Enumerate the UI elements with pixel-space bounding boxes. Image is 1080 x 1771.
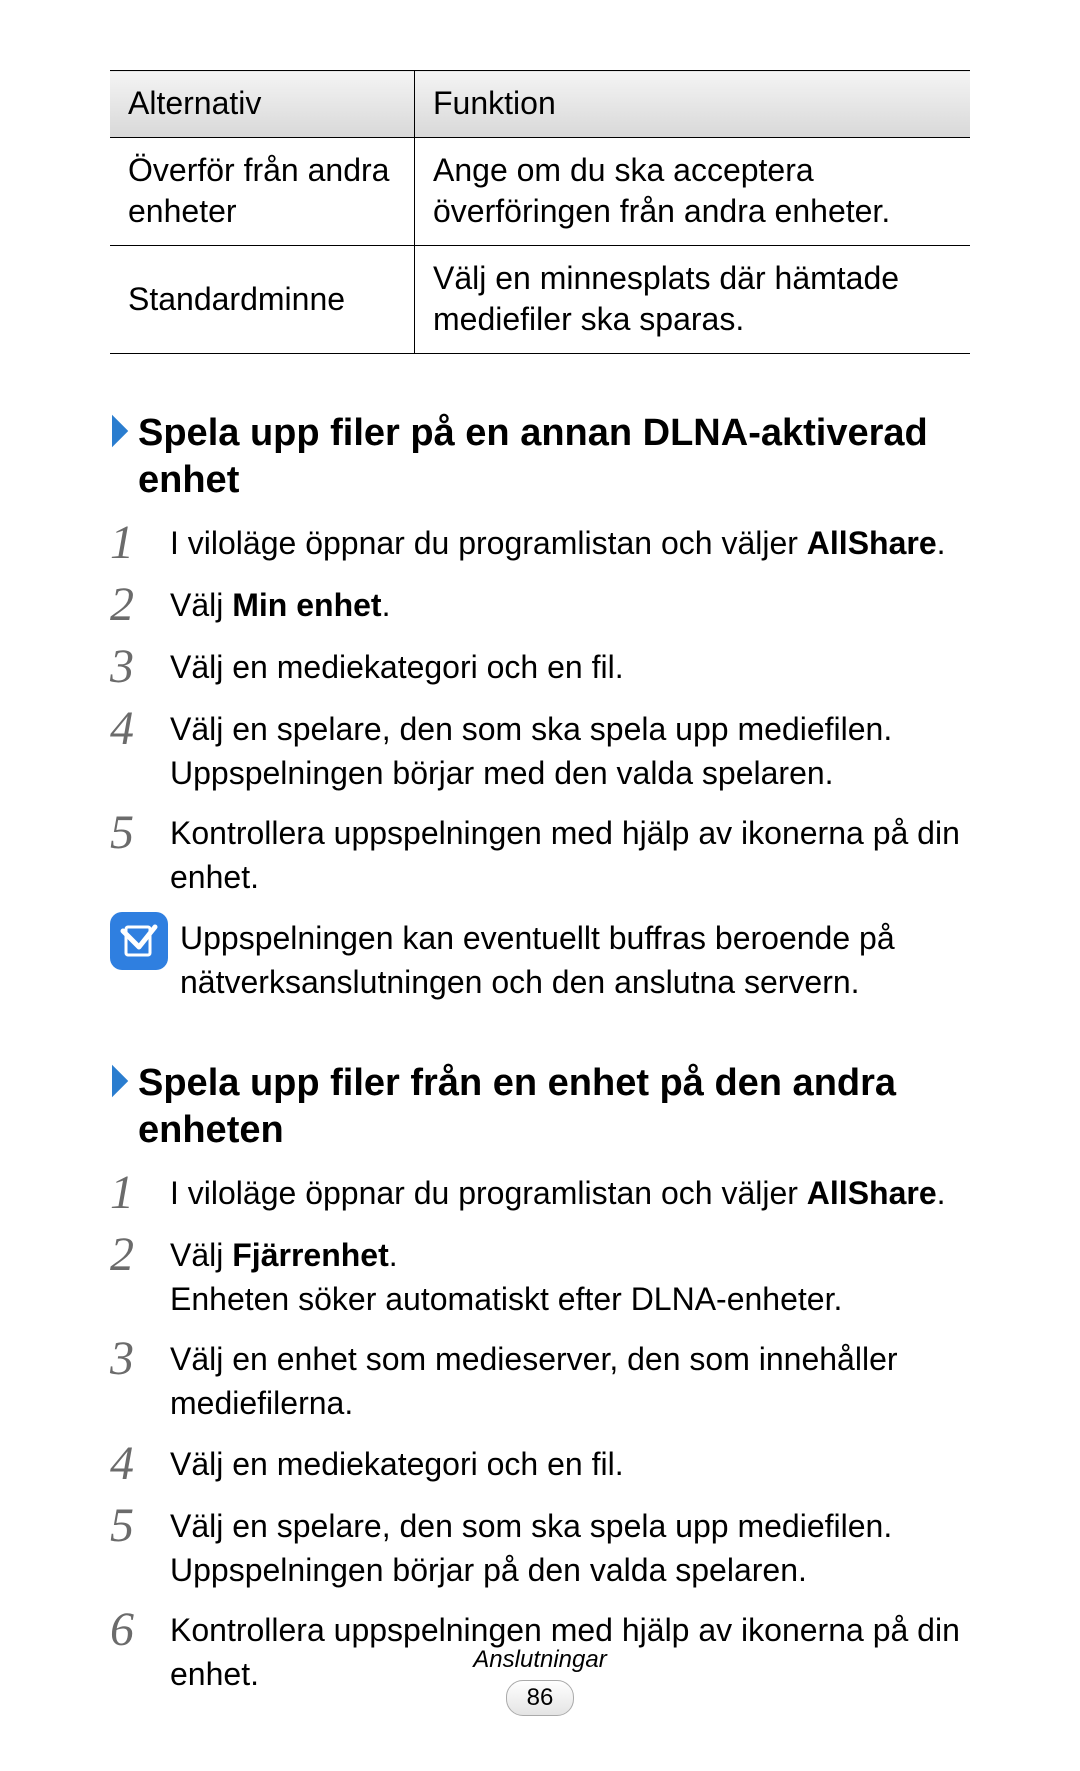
table-cell-option: Standardminne	[110, 245, 415, 353]
table-cell-option: Överför från andra enheter	[110, 137, 415, 245]
step-item: 5 Kontrollera uppspelningen med hjälp av…	[110, 809, 970, 899]
table-cell-function: Välj en minnesplats där hämtade mediefil…	[415, 245, 971, 353]
step-item: 2 Välj Fjärrenhet. Enheten söker automat…	[110, 1231, 970, 1321]
note-block: Uppspelningen kan eventuellt buffras ber…	[110, 912, 970, 1004]
options-table: Alternativ Funktion Överför från andra e…	[110, 70, 970, 354]
steps-list: 1 I viloläge öppnar du programlistan och…	[110, 519, 970, 900]
step-number: 3	[110, 643, 170, 691]
step-number: 4	[110, 1440, 170, 1488]
note-text: Uppspelningen kan eventuellt buffras ber…	[174, 912, 970, 1004]
step-text: I viloläge öppnar du programlistan och v…	[170, 1169, 970, 1215]
table-cell-function: Ange om du ska acceptera överföringen fr…	[415, 137, 971, 245]
step-item: 2 Välj Min enhet.	[110, 581, 970, 629]
table-header-row: Alternativ Funktion	[110, 71, 970, 138]
step-item: 1 I viloläge öppnar du programlistan och…	[110, 519, 970, 567]
step-item: 3 Välj en enhet som medieserver, den som…	[110, 1335, 970, 1425]
step-item: 3 Välj en mediekategori och en fil.	[110, 643, 970, 691]
section-title: Spela upp filer från en enhet på den and…	[138, 1060, 970, 1155]
step-item: 4 Välj en mediekategori och en fil.	[110, 1440, 970, 1488]
step-number: 5	[110, 809, 170, 857]
step-text: Välj en spelare, den som ska spela upp m…	[170, 1502, 970, 1592]
step-item: 5 Välj en spelare, den som ska spela upp…	[110, 1502, 970, 1592]
page-content: Alternativ Funktion Överför från andra e…	[0, 0, 1080, 1746]
chevron-right-icon	[110, 1060, 132, 1108]
table-header-option: Alternativ	[110, 71, 415, 138]
step-text: Välj Fjärrenhet. Enheten söker automatis…	[170, 1231, 970, 1321]
steps-list: 1 I viloläge öppnar du programlistan och…	[110, 1169, 970, 1696]
table-row: Överför från andra enheter Ange om du sk…	[110, 137, 970, 245]
step-number: 4	[110, 705, 170, 753]
step-number: 2	[110, 1231, 170, 1279]
step-text: Kontrollera uppspelningen med hjälp av i…	[170, 809, 970, 899]
table-header-function: Funktion	[415, 71, 971, 138]
step-text: I viloläge öppnar du programlistan och v…	[170, 519, 970, 565]
page-footer: Anslutningar 86	[0, 1646, 1080, 1716]
step-text: Välj en enhet som medieserver, den som i…	[170, 1335, 970, 1425]
step-item: 1 I viloläge öppnar du programlistan och…	[110, 1169, 970, 1217]
section-heading: Spela upp filer från en enhet på den and…	[110, 1060, 970, 1155]
step-number: 1	[110, 519, 170, 567]
section-title: Spela upp filer på en annan DLNA-aktiver…	[138, 410, 970, 505]
note-icon	[110, 912, 168, 970]
step-text: Välj Min enhet.	[170, 581, 970, 627]
step-text: Välj en spelare, den som ska spela upp m…	[170, 705, 970, 795]
step-number: 1	[110, 1169, 170, 1217]
step-text: Välj en mediekategori och en fil.	[170, 1440, 970, 1486]
step-number: 3	[110, 1335, 170, 1383]
section-heading: Spela upp filer på en annan DLNA-aktiver…	[110, 410, 970, 505]
chevron-right-icon	[110, 410, 132, 458]
step-text: Välj en mediekategori och en fil.	[170, 643, 970, 689]
step-number: 5	[110, 1502, 170, 1550]
step-item: 4 Välj en spelare, den som ska spela upp…	[110, 705, 970, 795]
table-row: Standardminne Välj en minnesplats där hä…	[110, 245, 970, 353]
page-number: 86	[506, 1680, 574, 1716]
step-number: 2	[110, 581, 170, 629]
footer-section-name: Anslutningar	[0, 1646, 1080, 1674]
